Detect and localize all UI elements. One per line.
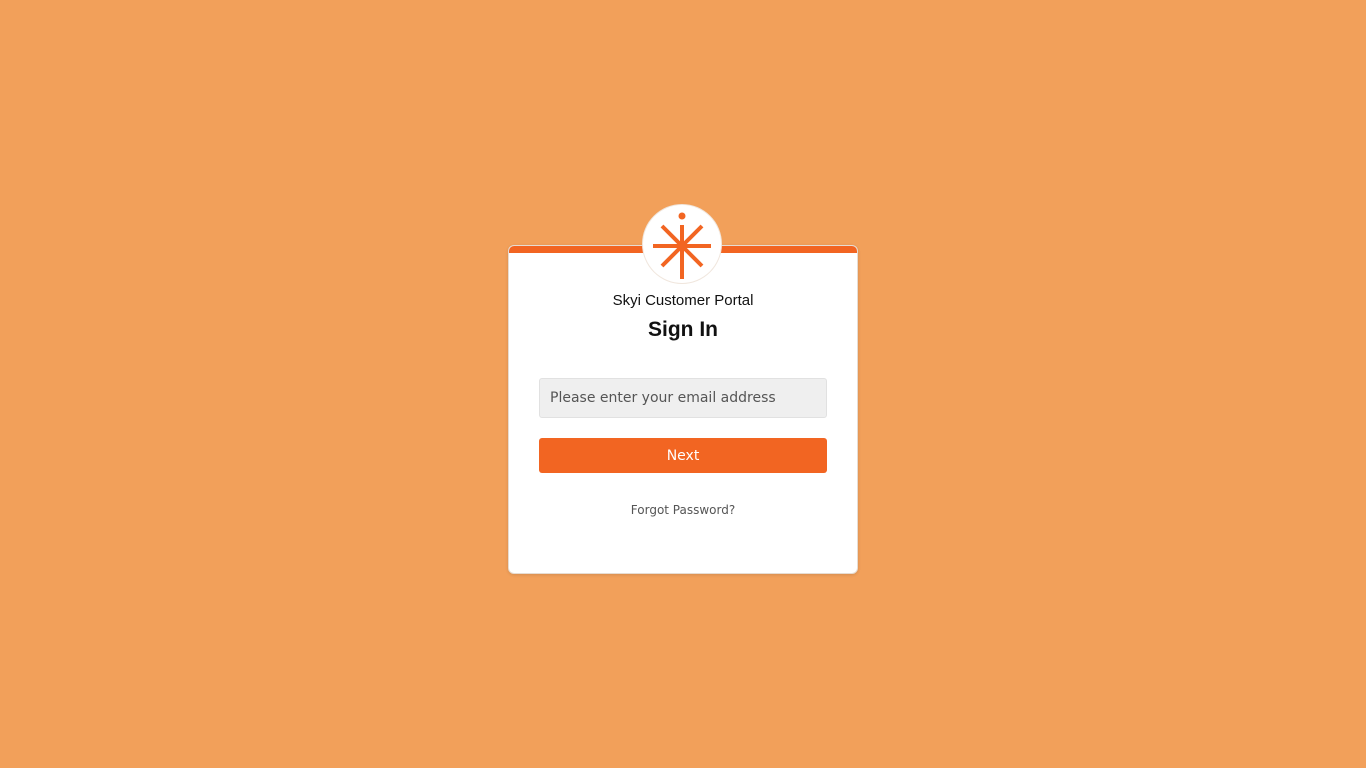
page-title: Sign In xyxy=(648,318,718,341)
forgot-password-link[interactable]: Forgot Password? xyxy=(508,503,858,517)
logo xyxy=(643,205,721,283)
next-button[interactable]: Next xyxy=(539,438,827,473)
portal-name: Skyi Customer Portal xyxy=(612,292,754,309)
email-field[interactable] xyxy=(539,378,827,418)
asterisk-logo-icon xyxy=(653,212,711,279)
